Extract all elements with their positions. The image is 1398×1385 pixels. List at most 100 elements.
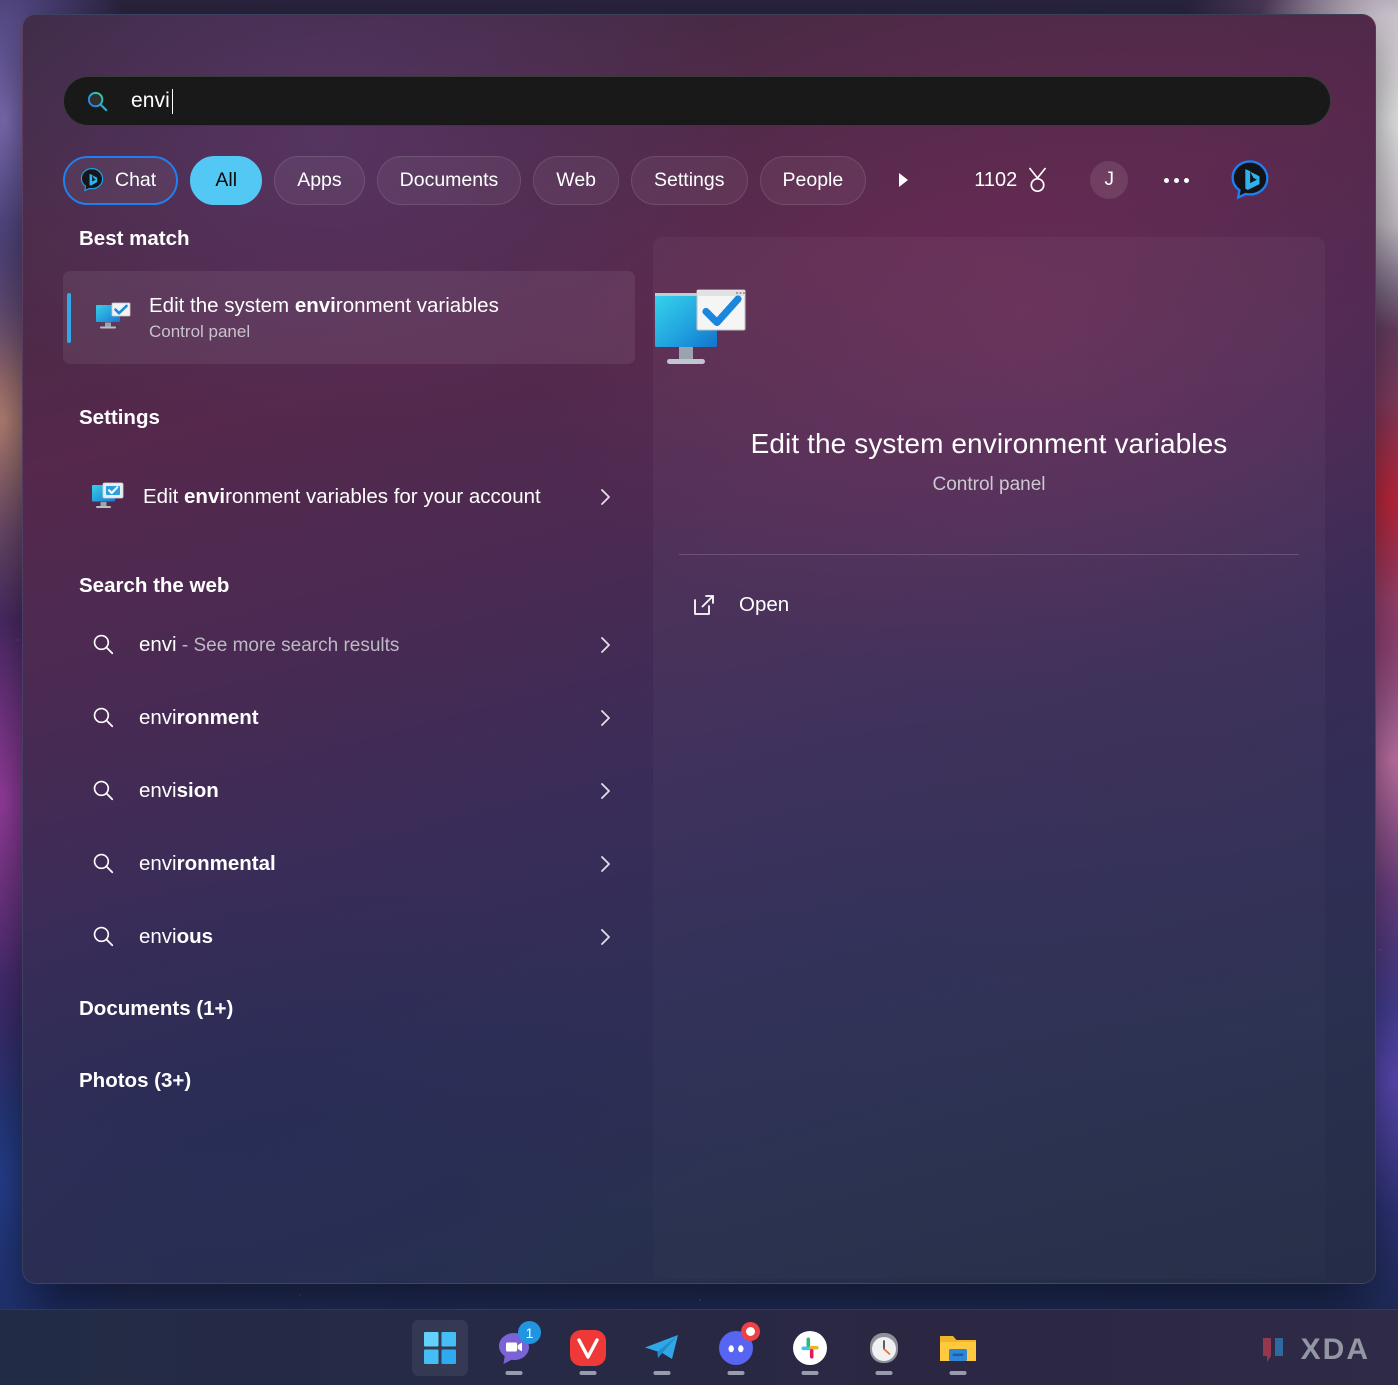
best-match-title-prefix: Edit the system bbox=[149, 293, 295, 317]
search-query-text: envi bbox=[131, 88, 174, 114]
notification-badge: 1 bbox=[518, 1321, 541, 1344]
web-suggestion-completion: ous bbox=[176, 924, 214, 948]
overflow-menu-button[interactable] bbox=[1164, 177, 1190, 183]
monitor-check-large-icon bbox=[655, 289, 746, 364]
photos-section-header[interactable]: Photos (3+) bbox=[79, 1069, 653, 1093]
tab-apps-label: Apps bbox=[297, 168, 342, 191]
search-web-header: Search the web bbox=[79, 574, 230, 597]
settings-result-label: Edit environment variables for your acco… bbox=[143, 483, 541, 510]
web-suggestion-item[interactable]: envision bbox=[63, 754, 635, 827]
bing-icon bbox=[1231, 160, 1269, 200]
tab-apps[interactable]: Apps bbox=[274, 155, 365, 205]
best-match-title: Edit the system environment variables bbox=[149, 293, 499, 319]
rewards-points-value: 1102 bbox=[974, 168, 1018, 191]
web-suggestion-plain: envi bbox=[139, 705, 177, 729]
magnifier-icon bbox=[93, 853, 114, 874]
bing-chat-icon bbox=[80, 168, 104, 192]
rewards-points[interactable]: 1102 bbox=[974, 166, 1050, 194]
more-filters-button[interactable] bbox=[880, 156, 926, 205]
preview-divider bbox=[679, 554, 1299, 555]
magnifier-icon bbox=[93, 707, 114, 728]
clock-button[interactable] bbox=[856, 1320, 912, 1376]
badge-dot bbox=[746, 1327, 755, 1336]
tab-chat-label: Chat bbox=[115, 168, 157, 191]
windows-logo-icon bbox=[424, 1332, 456, 1364]
web-suggestion-item[interactable]: environmental bbox=[63, 827, 635, 900]
web-suggestion-note: - See more search results bbox=[176, 634, 400, 656]
xda-text: XDA bbox=[1300, 1333, 1370, 1366]
folder-icon bbox=[940, 1336, 976, 1361]
search-query-value: envi bbox=[131, 89, 170, 112]
tab-chat[interactable]: Chat bbox=[63, 155, 179, 205]
preview-panel: Edit the system environment variables Co… bbox=[653, 237, 1325, 1279]
avatar[interactable]: J bbox=[1090, 161, 1129, 199]
chevron-right-icon bbox=[601, 709, 610, 726]
vivaldi-button[interactable] bbox=[560, 1320, 616, 1376]
settings-result-item[interactable]: Edit environment variables for your acco… bbox=[63, 454, 635, 540]
running-indicator bbox=[579, 1371, 597, 1375]
web-suggestion-label: environmental bbox=[139, 852, 276, 876]
web-suggestion-completion: sion bbox=[176, 778, 219, 802]
slack-button[interactable] bbox=[782, 1320, 838, 1376]
web-suggestion-item[interactable]: environment bbox=[63, 681, 635, 754]
preview-subtitle: Control panel bbox=[932, 474, 1046, 495]
web-suggestion-label: envious bbox=[139, 925, 213, 949]
notification-badge bbox=[741, 1322, 760, 1341]
web-suggestion-completion: ronmental bbox=[176, 851, 276, 875]
tab-web[interactable]: Web bbox=[533, 155, 620, 205]
taskbar: 1 XDA bbox=[0, 1309, 1398, 1385]
discord-button[interactable] bbox=[708, 1320, 764, 1376]
running-indicator bbox=[505, 1371, 523, 1375]
telegram-button[interactable] bbox=[634, 1320, 690, 1376]
ellipsis-icon bbox=[1174, 177, 1180, 183]
taskbar-icon-group: 1 bbox=[412, 1310, 986, 1385]
documents-section-header[interactable]: Documents (1+) bbox=[79, 997, 653, 1021]
search-input[interactable]: envi bbox=[63, 76, 1331, 126]
web-suggestion-label: envision bbox=[139, 779, 219, 803]
best-match-subtitle: Control panel bbox=[149, 322, 251, 342]
tab-web-label: Web bbox=[556, 168, 597, 191]
chevron-right-icon bbox=[601, 489, 610, 505]
running-indicator bbox=[727, 1371, 745, 1375]
filter-tab-bar: Chat All Apps Documents Web Settings Peo… bbox=[63, 150, 1333, 210]
chat-button[interactable]: 1 bbox=[486, 1320, 542, 1376]
web-suggestion-item[interactable]: envious bbox=[63, 900, 635, 973]
chevron-right-icon bbox=[601, 928, 610, 945]
web-suggestion-item[interactable]: envi - See more search results bbox=[63, 608, 635, 681]
web-suggestion-plain: envi bbox=[139, 924, 177, 948]
tab-people[interactable]: People bbox=[759, 155, 867, 205]
settings-label-highlight: envi bbox=[184, 485, 226, 509]
chevron-right-icon bbox=[601, 782, 610, 799]
ellipsis-icon bbox=[1184, 177, 1190, 183]
running-indicator bbox=[653, 1371, 671, 1375]
rewards-medal-icon bbox=[1029, 167, 1047, 193]
bing-button[interactable] bbox=[1227, 157, 1273, 203]
open-label: Open bbox=[739, 593, 790, 616]
tab-settings[interactable]: Settings bbox=[631, 155, 748, 205]
tab-documents[interactable]: Documents bbox=[376, 155, 522, 205]
xda-bracket-icon bbox=[1262, 1338, 1283, 1362]
tab-all[interactable]: All bbox=[190, 155, 263, 205]
tab-all-label: All bbox=[215, 168, 238, 191]
file-explorer-button[interactable] bbox=[930, 1320, 986, 1376]
results-column: Best match Edit the system environment v… bbox=[63, 227, 653, 1267]
desktop: envi Chat All Apps Documents Web Setting… bbox=[0, 0, 1398, 1385]
magnifier-icon bbox=[93, 780, 114, 801]
text-caret bbox=[171, 88, 174, 114]
running-indicator bbox=[875, 1371, 893, 1375]
best-match-title-highlight: envi bbox=[294, 293, 336, 317]
chevron-right-icon bbox=[899, 173, 909, 187]
tab-settings-label: Settings bbox=[654, 168, 725, 191]
avatar-initial: J bbox=[1104, 169, 1114, 190]
search-icon bbox=[87, 91, 108, 111]
best-match-header: Best match bbox=[79, 227, 190, 250]
running-indicator bbox=[801, 1371, 819, 1375]
magnifier-icon bbox=[93, 634, 114, 655]
settings-label-prefix: Edit bbox=[143, 485, 185, 509]
selection-accent-bar bbox=[67, 293, 71, 343]
clock-icon bbox=[870, 1333, 898, 1363]
open-button[interactable]: Open bbox=[691, 581, 941, 629]
web-suggestion-label: environment bbox=[139, 706, 259, 730]
start-button[interactable] bbox=[412, 1320, 468, 1376]
best-match-result[interactable]: Edit the system environment variables Co… bbox=[63, 271, 635, 364]
